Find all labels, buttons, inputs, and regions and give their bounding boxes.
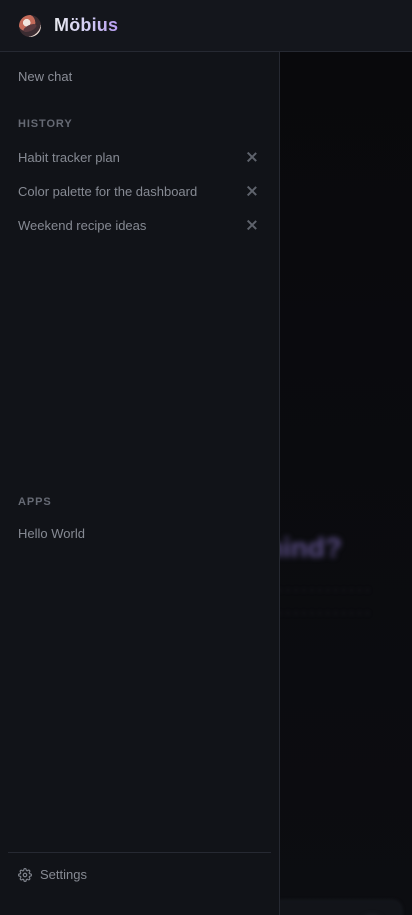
history-item[interactable]: Habit tracker plan bbox=[0, 142, 279, 172]
history-section-label: HISTORY bbox=[18, 118, 73, 130]
history-item-label: Weekend recipe ideas bbox=[18, 217, 147, 233]
close-icon[interactable] bbox=[247, 186, 257, 196]
brand-title: Möbius bbox=[54, 15, 119, 35]
gear-icon bbox=[18, 867, 32, 882]
settings-button[interactable]: Settings bbox=[18, 867, 87, 882]
welcome-subtext-line-1: · · · · · · · · · · · · · bbox=[270, 582, 370, 597]
history-item[interactable]: Weekend recipe ideas bbox=[0, 210, 279, 240]
apps-section-label: APPS bbox=[18, 496, 52, 508]
top-header: Möbius bbox=[0, 0, 412, 52]
history-item[interactable]: Color palette for the dashboard bbox=[0, 176, 279, 206]
message-input-blurred bbox=[272, 900, 402, 915]
close-icon[interactable] bbox=[247, 152, 257, 162]
app-item-hello-world[interactable]: Hello World bbox=[18, 526, 85, 541]
history-item-label: Habit tracker plan bbox=[18, 149, 120, 165]
sidebar-divider bbox=[8, 852, 271, 853]
settings-label: Settings bbox=[40, 867, 87, 882]
history-item-label: Color palette for the dashboard bbox=[18, 183, 198, 199]
mobius-logo-icon[interactable] bbox=[19, 14, 41, 37]
app-window: mind? · · · · · · · · · · · · · · · · · … bbox=[0, 0, 412, 915]
close-icon[interactable] bbox=[247, 220, 257, 230]
sidebar-drawer: New chat HISTORY Habit tracker plan Colo… bbox=[0, 52, 280, 915]
new-chat-button[interactable]: New chat bbox=[18, 69, 72, 84]
welcome-subtext-line-2: · · · · · · · · · · · · · bbox=[270, 605, 370, 620]
